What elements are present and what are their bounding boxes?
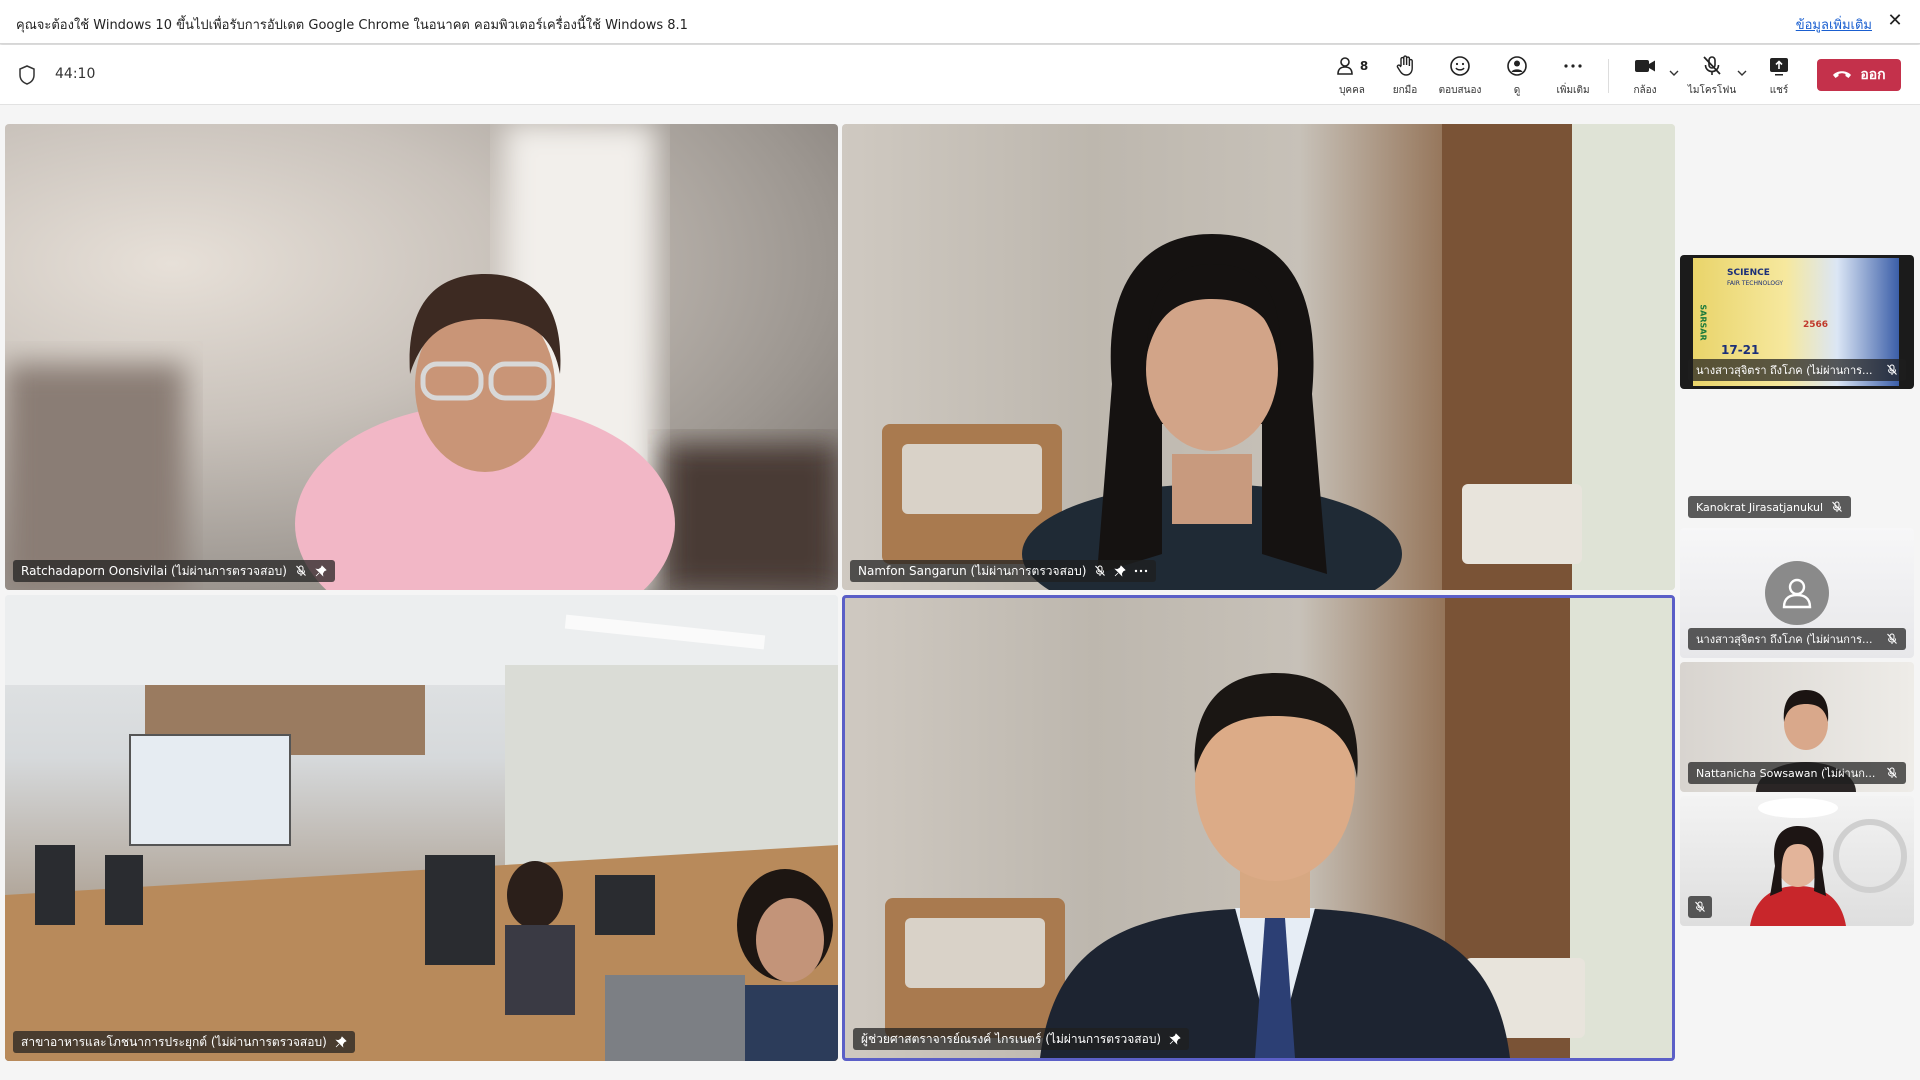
camera-button[interactable]: กล้อง xyxy=(1628,53,1662,99)
sidebar-tile-participant[interactable] xyxy=(1680,796,1914,926)
pin-icon[interactable] xyxy=(1114,565,1127,577)
person-icon xyxy=(1782,578,1812,609)
sidebar-tile-screen-share[interactable]: SCIENCE FAIR TECHNOLOGY 17-21 2566 SARSA… xyxy=(1680,255,1914,389)
raise-hand-button[interactable]: ยกมือ xyxy=(1388,53,1422,99)
pin-icon[interactable] xyxy=(1169,1033,1181,1045)
mic-options-chevron-down-icon[interactable] xyxy=(1736,67,1748,79)
learn-more-link[interactable]: ข้อมูลเพิ่มเติม xyxy=(1796,14,1872,35)
leave-button[interactable]: ออก xyxy=(1817,59,1901,91)
people-button[interactable]: 8 บุคคล xyxy=(1330,53,1374,99)
participant-nameplate: สาขาอาหารและโภชนาการประยุกต์ (ไม่ผ่านการ… xyxy=(13,1031,355,1053)
mic-muted-icon xyxy=(1886,364,1898,376)
video-tile-namfon[interactable]: Namfon Sangarun (ไม่ผ่านการตรวจสอบ) xyxy=(842,124,1675,590)
update-banner: คุณจะต้องใช้ Windows 10 ขึ้นไปเพื่อรับกา… xyxy=(0,0,1920,44)
participant-video xyxy=(842,124,1675,590)
hang-up-icon xyxy=(1833,71,1852,78)
participant-nameplate: Kanokrat Jirasatjanukul xyxy=(1688,496,1852,518)
poster-date: 17-21 xyxy=(1721,343,1760,357)
close-icon[interactable]: ✕ xyxy=(1884,10,1906,32)
banner-text: คุณจะต้องใช้ Windows 10 ขึ้นไปเพื่อรับกา… xyxy=(16,18,688,33)
view-button[interactable]: ดู xyxy=(1500,53,1534,99)
smiley-icon xyxy=(1450,56,1470,76)
participant-video xyxy=(1680,796,1914,926)
more-options-icon[interactable] xyxy=(1134,565,1148,577)
camera-icon xyxy=(1635,60,1655,72)
participant-name: สาขาอาหารและโภชนาการประยุกต์ (ไม่ผ่านการ… xyxy=(21,1034,327,1049)
video-tile-classroom[interactable]: สาขาอาหารและโภชนาการประยุกต์ (ไม่ผ่านการ… xyxy=(5,595,838,1061)
participant-nameplate: Nattanicha Sowsawan (ไม่ผ่านก... xyxy=(1688,762,1906,784)
pin-icon[interactable] xyxy=(335,1036,347,1048)
sidebar-tile-avatar[interactable]: นางสาวสุจิตรา ถึงโภค (ไม่ผ่านการ... xyxy=(1680,528,1914,658)
view-icon xyxy=(1507,56,1527,76)
more-label: เพิ่มเติม xyxy=(1556,85,1590,96)
poster-side-label: SARSAR xyxy=(1698,304,1708,341)
pin-icon[interactable] xyxy=(315,565,327,577)
mic-muted-icon xyxy=(1694,901,1706,913)
share-label: แชร์ xyxy=(1769,85,1789,96)
raise-hand-label: ยกมือ xyxy=(1392,85,1418,96)
people-label: บุคคล xyxy=(1339,85,1365,96)
sidebar-tile-nattanicha[interactable]: Nattanicha Sowsawan (ไม่ผ่านก... xyxy=(1680,662,1914,792)
participant-name: นางสาวสุจิตรา ถึงโภค (ไม่ผ่านการ... xyxy=(1696,633,1873,646)
leave-label: ออก xyxy=(1860,67,1886,83)
camera-label: กล้อง xyxy=(1633,85,1657,96)
participant-nameplate: นางสาวสุจิตรา ถึงโภค (ไม่ผ่านการ... xyxy=(1688,628,1906,650)
more-button[interactable]: เพิ่มเติม xyxy=(1551,53,1595,99)
participant-nameplate: นางสาวสุจิตรา ถึงโภค (ไม่ผ่านการ... xyxy=(1688,359,1906,381)
participant-name: Ratchadaporn Oonsivilai (ไม่ผ่านการตรวจส… xyxy=(21,563,287,578)
avatar xyxy=(1765,561,1829,625)
mic-muted-icon xyxy=(1703,56,1721,75)
mic-muted-icon xyxy=(1094,565,1106,577)
shield-icon xyxy=(19,65,35,85)
microphone-label: ไมโครโฟน xyxy=(1687,85,1737,96)
sidebar-tile-kanokrat[interactable]: Kanokrat Jirasatjanukul xyxy=(1680,392,1914,526)
participant-name: ผู้ช่วยศาสตราจารย์ณรงค์ ไกรเนตร์ (ไม่ผ่า… xyxy=(861,1031,1162,1046)
more-icon xyxy=(1564,64,1582,68)
participant-name: Namfon Sangarun (ไม่ผ่านการตรวจสอบ) xyxy=(858,563,1087,578)
camera-options-chevron-down-icon[interactable] xyxy=(1668,67,1680,79)
participant-video xyxy=(5,124,838,590)
react-label: ตอบสนอง xyxy=(1438,85,1482,96)
share-screen-icon xyxy=(1770,58,1788,76)
meeting-timer: 44:10 xyxy=(55,66,96,82)
participant-nameplate: ผู้ช่วยศาสตราจารย์ณรงค์ ไกรเนตร์ (ไม่ผ่า… xyxy=(853,1028,1190,1050)
people-icon xyxy=(1337,57,1353,75)
participant-name: นางสาวสุจิตรา ถึงโภค (ไม่ผ่านการ... xyxy=(1696,364,1873,377)
participant-name: Nattanicha Sowsawan (ไม่ผ่านก... xyxy=(1696,767,1876,780)
participant-name: Kanokrat Jirasatjanukul xyxy=(1696,500,1824,514)
mic-muted-icon xyxy=(295,565,307,577)
mic-muted-icon xyxy=(1831,501,1843,513)
mic-muted-icon xyxy=(1886,767,1898,779)
view-label: ดู xyxy=(1513,85,1521,96)
video-tile-active-speaker[interactable]: ผู้ช่วยศาสตราจารย์ณรงค์ ไกรเนตร์ (ไม่ผ่า… xyxy=(842,595,1675,1061)
video-tile-ratchadaporn[interactable]: Ratchadaporn Oonsivilai (ไม่ผ่านการตรวจส… xyxy=(5,124,838,590)
raise-hand-icon xyxy=(1396,55,1413,76)
toolbar-divider xyxy=(1608,59,1609,93)
participant-nameplate: Namfon Sangarun (ไม่ผ่านการตรวจสอบ) xyxy=(850,560,1157,582)
microphone-button[interactable]: ไมโครโฟน xyxy=(1686,53,1738,99)
react-button[interactable]: ตอบสนอง xyxy=(1435,53,1485,99)
poster-subtitle: FAIR TECHNOLOGY xyxy=(1727,280,1784,287)
mic-muted-icon xyxy=(1886,633,1898,645)
share-button[interactable]: แชร์ xyxy=(1762,53,1796,99)
participant-nameplate: Ratchadaporn Oonsivilai (ไม่ผ่านการตรวจส… xyxy=(13,560,335,582)
meeting-toolbar: 44:10 8 บุคคล ยกมือ ตอบสนอง ดู เพิ่มเติม xyxy=(0,45,1920,105)
poster-year: 2566 xyxy=(1803,320,1829,330)
participant-video xyxy=(5,595,838,1061)
participant-nameplate xyxy=(1688,896,1712,918)
poster-title: SCIENCE xyxy=(1727,268,1770,278)
people-count: 8 xyxy=(1359,59,1369,73)
participant-video xyxy=(845,598,1672,1058)
